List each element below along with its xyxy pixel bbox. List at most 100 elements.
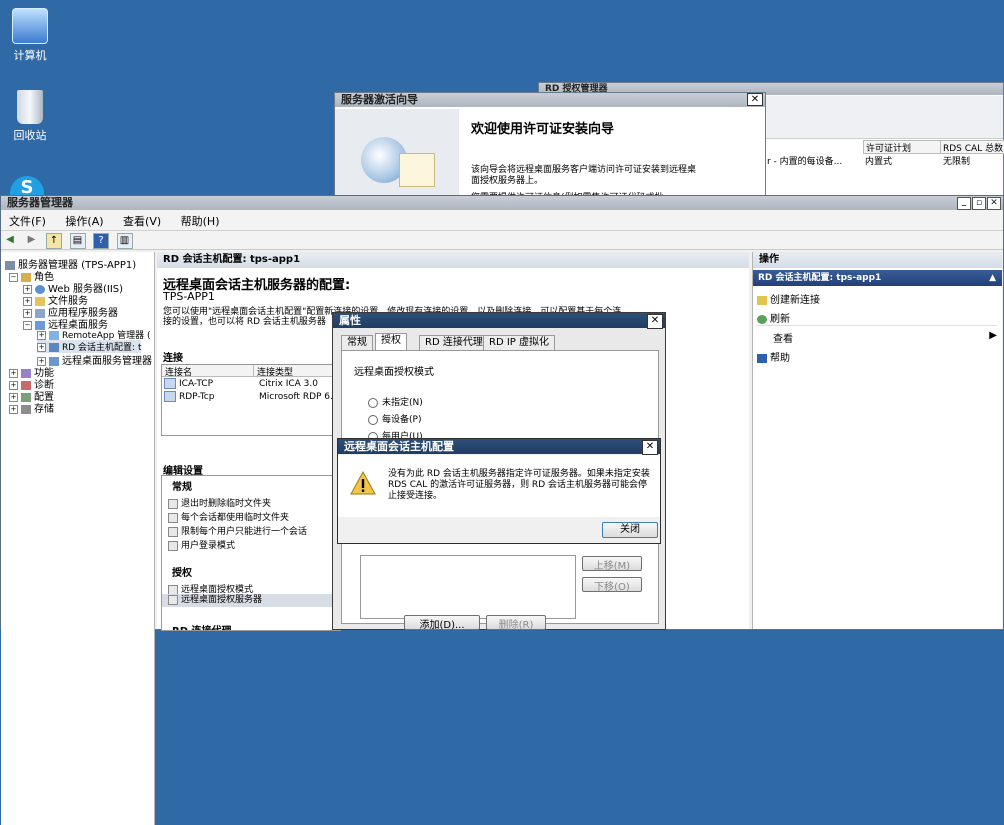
menu-view[interactable]: 查看(V)	[115, 210, 169, 232]
column-header[interactable]: 许可证计划	[863, 140, 941, 154]
certificate-icon	[399, 153, 435, 187]
desktop-icon-label: 回收站	[13, 129, 47, 142]
table-row[interactable]: ICA-TCP	[164, 378, 213, 389]
wizard-side-panel	[335, 109, 459, 199]
alert-body: 没有为此 RD 会话主机服务器指定许可证服务器。如果未指定安装 RDS CAL …	[338, 455, 660, 517]
remove-button[interactable]: 删除(R)	[486, 615, 546, 631]
setting-item[interactable]: 限制每个用户只能进行一个会话	[168, 524, 307, 537]
section-licensing: 授权	[172, 568, 192, 579]
edit-settings-list: 常规 退出时删除临时文件夹 每个会话都使用临时文件夹 限制每个用户只能进行一个会…	[161, 475, 341, 631]
refresh-icon	[757, 314, 767, 324]
expander-icon[interactable]: +	[9, 404, 18, 414]
action-divider	[757, 325, 997, 326]
activation-wizard-window[interactable]: 服务器激活向导 ✕ 欢迎使用许可证安装向导 该向导会将远程桌面服务客户端访问许可…	[334, 92, 766, 200]
setting-item-selected[interactable]: 远程桌面授权服务器	[162, 594, 340, 607]
window-title: 服务器激活向导 ✕	[335, 93, 765, 107]
back-icon[interactable]: ◀	[3, 233, 17, 247]
column-header[interactable]: 连接名	[162, 365, 254, 378]
section-rd-connection: RD 连接代理	[172, 622, 231, 630]
expander-icon[interactable]: +	[37, 343, 46, 352]
menu-bar: 文件(F) 操作(A) 查看(V) 帮助(H)	[1, 210, 1003, 231]
alert-dialog[interactable]: 远程桌面会话主机配置 ✕ 没有为此 RD 会话主机服务器指定许可证服务器。如果未…	[337, 438, 661, 544]
settings-icon	[168, 594, 178, 605]
recycle-bin-icon	[17, 90, 43, 124]
move-down-button[interactable]: 下移(O)	[582, 577, 642, 593]
window-title: 服务器管理器	[7, 196, 73, 209]
computer-icon	[12, 8, 48, 44]
show-action-pane-icon[interactable]: ▥	[116, 233, 133, 249]
navigation-tree: 服务器管理器 (TPS-APP1) − 角色 + Web 服务器(IIS) + 文件服…	[1, 252, 155, 825]
close-icon[interactable]: ✕	[987, 197, 1001, 210]
connection-icon	[164, 378, 176, 389]
connection-icon	[164, 391, 176, 402]
radio-not-specified[interactable]: 未指定(N)	[368, 395, 423, 408]
column-header[interactable]: RDS CAL 总数	[940, 140, 1004, 154]
wizard-paragraph: 该向导会将远程桌面服务客户端访问许可证安装到远程桌面授权服务器上。	[471, 165, 697, 186]
action-create-connection[interactable]: 创建新连接	[757, 291, 820, 306]
tab-strip: 常规 授权 RD 连接代理 RD IP 虚拟化	[341, 333, 657, 351]
tab-general[interactable]: 常规	[341, 335, 373, 350]
expander-icon[interactable]: −	[9, 272, 18, 282]
settings-icon	[168, 498, 178, 509]
dialog-title-bar: 属性 ✕	[333, 313, 665, 329]
desktop-icon-computer[interactable]: 计算机	[0, 8, 60, 63]
wizard-heading: 欢迎使用许可证安装向导	[471, 122, 615, 137]
table-row[interactable]: RDP-Tcp	[164, 391, 214, 402]
tab-rd-ip-virtualization[interactable]: RD IP 虚拟化	[483, 335, 555, 350]
actions-pane: 操作 RD 会话主机配置: tps-app1 ▲ 创建新连接 刷新 查看 ▶ 帮助	[752, 252, 1002, 629]
tab-licensing[interactable]: 授权	[375, 333, 407, 350]
table-cell: 无限制	[943, 157, 971, 167]
close-icon[interactable]: ✕	[747, 93, 763, 106]
menu-action[interactable]: 操作(A)	[57, 210, 111, 232]
help-icon	[757, 353, 767, 363]
collapse-icon[interactable]: ▲	[989, 270, 996, 286]
desktop-icon-recycle-bin[interactable]: 回收站	[0, 90, 60, 143]
tab-rd-connection-broker[interactable]: RD 连接代理	[419, 335, 489, 350]
center-header: RD 会话主机配置: tps-app1	[157, 252, 749, 268]
table-cell: 内置式	[865, 157, 893, 167]
setting-item[interactable]: 用户登录模式	[168, 538, 235, 551]
minimize-icon[interactable]: _	[957, 197, 971, 210]
settings-icon	[168, 584, 178, 595]
radio-icon	[368, 397, 378, 408]
action-refresh[interactable]: 刷新	[757, 310, 790, 325]
expander-icon[interactable]: +	[37, 331, 46, 340]
close-icon[interactable]: ✕	[642, 440, 658, 455]
forward-icon[interactable]: ▶	[25, 233, 39, 247]
menu-file[interactable]: 文件(F)	[1, 210, 54, 232]
storage-icon	[21, 404, 31, 414]
expander-icon[interactable]: −	[23, 320, 32, 330]
help-icon[interactable]: ?	[93, 233, 109, 249]
license-server-list[interactable]	[360, 555, 576, 619]
dialog-title-bar: 远程桌面会话主机配置 ✕	[338, 439, 660, 455]
dialog-title: 属性	[339, 314, 361, 327]
tree-item-rd-services-manager[interactable]: + 远程桌面服务管理器	[37, 352, 152, 367]
tree-item-storage[interactable]: + 存储	[9, 400, 54, 415]
connections-label: 连接	[163, 353, 183, 364]
table-cell: Citrix ICA 3.0	[259, 379, 318, 389]
radio-icon	[368, 414, 378, 425]
server-name: TPS-APP1	[163, 290, 215, 303]
add-button[interactable]: 添加(D)...	[404, 615, 480, 631]
up-folder-icon[interactable]: ↑	[46, 233, 62, 249]
setting-item[interactable]: 退出时删除临时文件夹	[168, 496, 271, 509]
action-view[interactable]: 查看 ▶	[757, 330, 997, 345]
restore-icon[interactable]: ▫	[972, 197, 986, 210]
close-icon[interactable]: ✕	[647, 314, 663, 329]
menu-help[interactable]: 帮助(H)	[173, 210, 228, 232]
desktop-icon-label: 计算机	[13, 49, 47, 62]
move-up-button[interactable]: 上移(M)	[582, 556, 642, 572]
radio-per-device[interactable]: 每设备(P)	[368, 412, 421, 425]
table-cell: Microsoft RDP 6.	[259, 392, 333, 402]
setting-item[interactable]: 每个会话都使用临时文件夹	[168, 510, 289, 523]
settings-icon	[168, 512, 178, 523]
toolbar: ◀ ▶ ↑ ▤ ? ▥	[1, 231, 1003, 250]
close-button[interactable]: 关闭	[602, 522, 658, 538]
action-help[interactable]: 帮助	[757, 349, 790, 364]
window-title-bar: 服务器管理器 _ ▫ ✕	[1, 196, 1003, 210]
show-hide-tree-icon[interactable]: ▤	[69, 233, 86, 249]
session-host-icon	[49, 343, 59, 352]
table-cell: r - 内置的每设备...	[767, 157, 843, 167]
new-connection-icon	[757, 295, 767, 305]
actions-subheader[interactable]: RD 会话主机配置: tps-app1 ▲	[753, 270, 1002, 286]
